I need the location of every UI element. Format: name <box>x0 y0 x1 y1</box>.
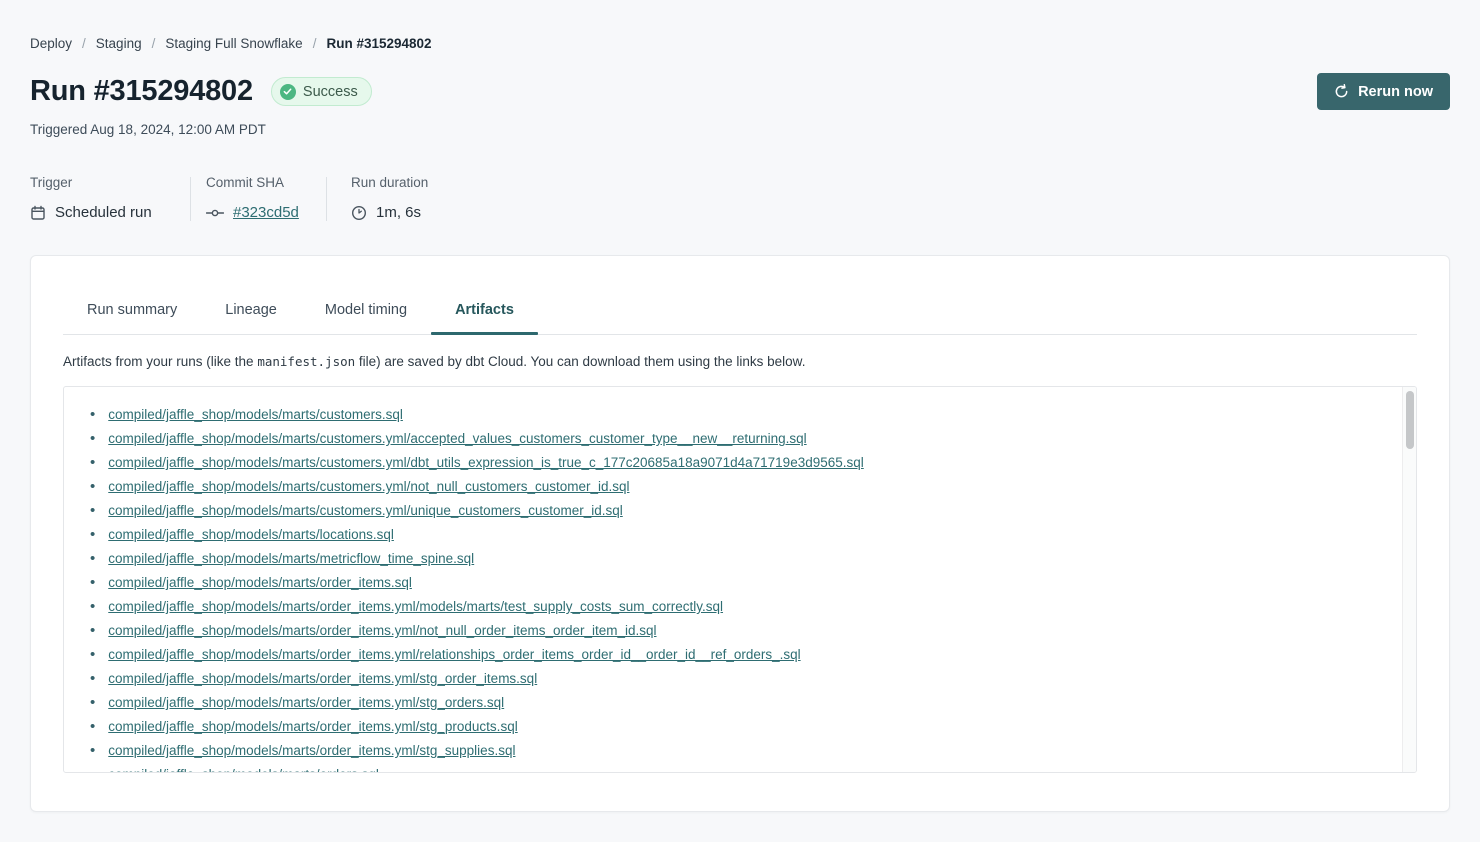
artifact-link-item: compiled/jaffle_shop/models/marts/custom… <box>90 403 1376 427</box>
artifacts-description-text: file) are saved by dbt Cloud. You can do… <box>355 354 805 369</box>
artifact-link-item: compiled/jaffle_shop/models/marts/custom… <box>90 427 1376 451</box>
title-row: Run #315294802 Success Rerun now <box>30 73 1450 110</box>
artifacts-description-text: Artifacts from your runs (like the <box>63 354 257 369</box>
artifact-link-item: compiled/jaffle_shop/models/marts/orders… <box>90 763 1376 773</box>
breadcrumb-separator: / <box>152 36 156 51</box>
tab-bar: Run summaryLineageModel timingArtifacts <box>63 256 1417 335</box>
status-badge-label: Success <box>303 84 358 100</box>
artifact-link[interactable]: compiled/jaffle_shop/models/marts/order_… <box>108 739 515 763</box>
artifact-link[interactable]: compiled/jaffle_shop/models/marts/custom… <box>108 475 629 499</box>
artifact-link[interactable]: compiled/jaffle_shop/models/marts/custom… <box>108 403 403 427</box>
artifact-link-item: compiled/jaffle_shop/models/marts/custom… <box>90 451 1376 475</box>
tab-lineage[interactable]: Lineage <box>201 302 301 334</box>
scrollbar-track[interactable] <box>1402 387 1416 772</box>
artifact-link-item: compiled/jaffle_shop/models/marts/order_… <box>90 667 1376 691</box>
artifact-link-item: compiled/jaffle_shop/models/marts/locati… <box>90 523 1376 547</box>
breadcrumb: Deploy / Staging / Staging Full Snowflake / Ru… <box>30 0 1450 51</box>
artifact-link[interactable]: compiled/jaffle_shop/models/marts/orders… <box>108 763 379 773</box>
artifact-link-item: compiled/jaffle_shop/models/marts/order_… <box>90 595 1376 619</box>
artifact-link-item: compiled/jaffle_shop/models/marts/order_… <box>90 643 1376 667</box>
run-detail-page: Deploy / Staging / Staging Full Snowflake / Ru… <box>0 0 1480 842</box>
page-title: Run #315294802 <box>30 75 253 108</box>
artifact-link-item: compiled/jaffle_shop/models/marts/order_… <box>90 691 1376 715</box>
artifact-link-item: compiled/jaffle_shop/models/marts/order_… <box>90 619 1376 643</box>
trigger-label: Trigger <box>30 175 190 190</box>
artifact-link[interactable]: compiled/jaffle_shop/models/marts/order_… <box>108 619 656 643</box>
artifact-link[interactable]: compiled/jaffle_shop/models/marts/order_… <box>108 643 800 667</box>
tab-model-timing[interactable]: Model timing <box>301 302 431 334</box>
artifact-link[interactable]: compiled/jaffle_shop/models/marts/custom… <box>108 451 864 475</box>
breadcrumb-item[interactable]: Deploy <box>30 36 72 51</box>
rerun-icon <box>1334 84 1349 99</box>
calendar-icon <box>30 205 46 221</box>
tab-run-summary[interactable]: Run summary <box>63 302 201 334</box>
commit-sha-label: Commit SHA <box>206 175 326 190</box>
artifact-link[interactable]: compiled/jaffle_shop/models/marts/order_… <box>108 715 517 739</box>
run-duration-label: Run duration <box>351 175 428 190</box>
artifact-link-item: compiled/jaffle_shop/models/marts/order_… <box>90 715 1376 739</box>
commit-sha-link[interactable]: #323cd5d <box>233 204 299 221</box>
meta-duration: Run duration 1m, 6s <box>327 175 428 221</box>
status-badge: Success <box>271 77 372 106</box>
artifact-link-item: compiled/jaffle_shop/models/marts/custom… <box>90 475 1376 499</box>
rerun-now-button[interactable]: Rerun now <box>1317 73 1450 110</box>
breadcrumb-item[interactable]: Staging Full Snowflake <box>165 36 302 51</box>
artifact-link[interactable]: compiled/jaffle_shop/models/marts/custom… <box>108 427 806 451</box>
breadcrumb-separator: / <box>313 36 317 51</box>
breadcrumb-item[interactable]: Staging <box>96 36 142 51</box>
tab-artifacts[interactable]: Artifacts <box>431 302 538 334</box>
artifact-link-item: compiled/jaffle_shop/models/marts/custom… <box>90 499 1376 523</box>
triggered-timestamp: Triggered Aug 18, 2024, 12:00 AM PDT <box>30 122 1450 137</box>
run-duration-value: 1m, 6s <box>376 204 421 221</box>
artifact-list-container: compiled/jaffle_shop/models/marts/custom… <box>63 386 1417 773</box>
trigger-value: Scheduled run <box>55 204 152 221</box>
artifact-link[interactable]: compiled/jaffle_shop/models/marts/order_… <box>108 691 504 715</box>
artifact-link-item: compiled/jaffle_shop/models/marts/order_… <box>90 571 1376 595</box>
commit-icon <box>206 207 224 219</box>
artifact-link-item: compiled/jaffle_shop/models/marts/metric… <box>90 547 1376 571</box>
artifact-link[interactable]: compiled/jaffle_shop/models/marts/order_… <box>108 595 723 619</box>
artifact-link[interactable]: compiled/jaffle_shop/models/marts/order_… <box>108 571 412 595</box>
artifact-link[interactable]: compiled/jaffle_shop/models/marts/order_… <box>108 667 537 691</box>
run-meta-row: Trigger Scheduled run Commit SHA #323cd5… <box>30 175 1450 221</box>
artifacts-description: Artifacts from your runs (like the manif… <box>63 354 1417 369</box>
success-check-icon <box>280 84 296 100</box>
artifact-link[interactable]: compiled/jaffle_shop/models/marts/custom… <box>108 499 622 523</box>
meta-trigger: Trigger Scheduled run <box>30 175 190 221</box>
run-detail-card: Run summaryLineageModel timing Artifacts … <box>30 255 1450 812</box>
breadcrumb-separator: / <box>82 36 86 51</box>
artifact-link[interactable]: compiled/jaffle_shop/models/marts/locati… <box>108 523 394 547</box>
meta-commit: Commit SHA #323cd5d <box>191 175 326 221</box>
artifact-list: compiled/jaffle_shop/models/marts/custom… <box>64 387 1416 773</box>
artifact-link-item: compiled/jaffle_shop/models/marts/order_… <box>90 739 1376 763</box>
manifest-filename: manifest.json <box>257 354 355 369</box>
scrollbar-thumb[interactable] <box>1406 391 1414 449</box>
artifact-link[interactable]: compiled/jaffle_shop/models/marts/metric… <box>108 547 474 571</box>
breadcrumb-item: Run #315294802 <box>326 36 431 51</box>
clock-icon <box>351 205 367 221</box>
rerun-button-label: Rerun now <box>1358 84 1433 100</box>
